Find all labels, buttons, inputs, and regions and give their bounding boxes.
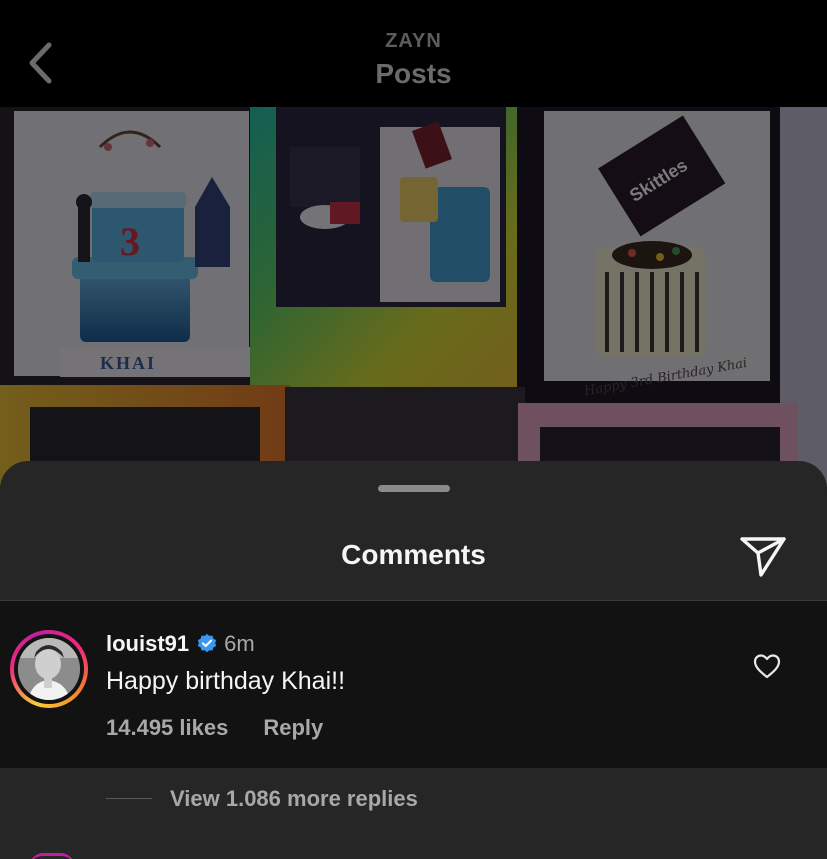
sheet-grabber-handle[interactable]: [378, 485, 450, 492]
comment-username[interactable]: louist91: [106, 631, 189, 657]
view-more-replies-button[interactable]: View 1.086 more replies: [170, 786, 418, 812]
account-name[interactable]: ZAYN: [0, 30, 827, 53]
top-nav-bar: ZAYN Posts: [0, 0, 827, 107]
avatar-story-ring[interactable]: [10, 630, 88, 708]
svg-text:KHAI: KHAI: [100, 353, 156, 373]
sheet-title: Comments: [341, 539, 486, 570]
like-comment-button[interactable]: [752, 651, 782, 681]
view-replies-row: View 1.086 more replies: [0, 768, 827, 828]
reply-button[interactable]: Reply: [263, 715, 323, 741]
share-button[interactable]: [738, 531, 788, 581]
comment-row: louist91 6m Happy birthday Khai!! 14.495…: [0, 601, 827, 768]
replies-indent-line: [106, 798, 152, 799]
next-comment-avatar-ring: [30, 853, 74, 859]
heart-outline-icon: [753, 654, 781, 679]
comment-timestamp: 6m: [224, 631, 255, 656]
post-image[interactable]: 3 KHAI Skittles Happy 3rd Birthday Khai: [0, 107, 827, 487]
app-root: ZAYN Posts 3 KHAI Skittles Happy 3rd Bir…: [0, 0, 827, 859]
page-title: Posts: [375, 58, 452, 89]
avatar: [18, 638, 80, 700]
svg-text:3: 3: [120, 219, 140, 264]
paper-plane-icon: [740, 537, 786, 577]
comments-sheet: Comments louist91 6m Happy birthday Khai…: [0, 461, 827, 859]
comment-likes-count[interactable]: 14.495 likes: [106, 715, 228, 741]
comment-header: louist91 6m: [106, 631, 255, 657]
comment-text: Happy birthday Khai!!: [106, 667, 346, 695]
comment-actions: 14.495 likes Reply: [106, 715, 323, 741]
verified-badge-icon: [197, 633, 217, 653]
